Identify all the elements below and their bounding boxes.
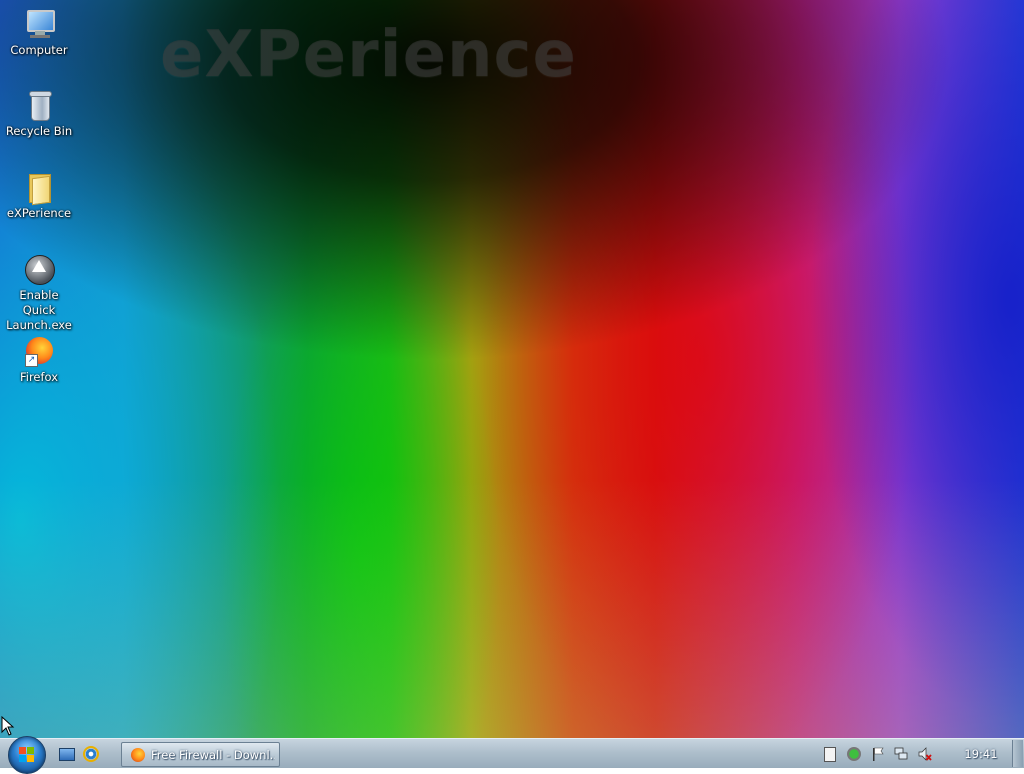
taskbar-button-firefox[interactable]: Free Firewall - Downl... xyxy=(121,742,280,767)
volume-muted-icon[interactable] xyxy=(918,747,932,761)
quick-launch-exe-icon xyxy=(23,253,55,285)
system-tray: 19:41 xyxy=(816,739,1016,769)
document-icon[interactable] xyxy=(824,747,836,762)
action-center-flag-icon[interactable] xyxy=(871,747,885,761)
desktop-icon-label-line2: Launch.exe xyxy=(6,318,72,332)
taskbar-clock[interactable]: 19:41 xyxy=(961,747,1001,761)
firefox-icon xyxy=(131,748,145,762)
desktop-icon-enable-quick-launch[interactable]: Enable Quick Launch.exe xyxy=(2,253,76,333)
recycle-bin-icon xyxy=(23,89,55,121)
wallpaper-bottom-haze xyxy=(0,0,1024,738)
desktop-icon-label: Recycle Bin xyxy=(5,124,73,138)
security-center-icon[interactable] xyxy=(847,747,861,761)
desktop-icon-firefox[interactable]: ↗ Firefox xyxy=(2,335,76,385)
folder-icon xyxy=(23,171,55,206)
desktop-icon-label: eXPerience xyxy=(6,206,72,220)
mouse-pointer-icon xyxy=(1,716,15,736)
firefox-icon: ↗ xyxy=(23,335,55,367)
desktop[interactable]: eXPerience Computer Recycle Bin eXPerien… xyxy=(0,0,1024,738)
desktop-icon-recycle-bin[interactable]: Recycle Bin xyxy=(2,89,76,139)
show-desktop-button[interactable] xyxy=(1012,740,1023,767)
desktop-icon-computer[interactable]: Computer xyxy=(2,8,76,58)
shortcut-arrow-icon: ↗ xyxy=(25,354,38,367)
taskbar-button-label: Free Firewall - Downl... xyxy=(151,748,275,762)
network-icon[interactable] xyxy=(894,747,908,761)
windows-logo-icon xyxy=(19,747,35,763)
wallpaper-logo-text: eXPerience xyxy=(160,18,577,92)
internet-explorer-icon[interactable] xyxy=(83,746,99,762)
desktop-icon-label: Firefox xyxy=(19,370,59,384)
show-desktop-icon[interactable] xyxy=(59,748,75,761)
taskbar: Free Firewall - Downl... 19:41 xyxy=(0,736,1024,774)
desktop-icon-experience-folder[interactable]: eXPerience xyxy=(2,171,76,221)
computer-icon xyxy=(23,8,55,40)
desktop-icon-label: Computer xyxy=(10,43,68,57)
start-button[interactable] xyxy=(8,736,46,774)
desktop-icon-label-line1: Enable Quick xyxy=(19,288,59,317)
